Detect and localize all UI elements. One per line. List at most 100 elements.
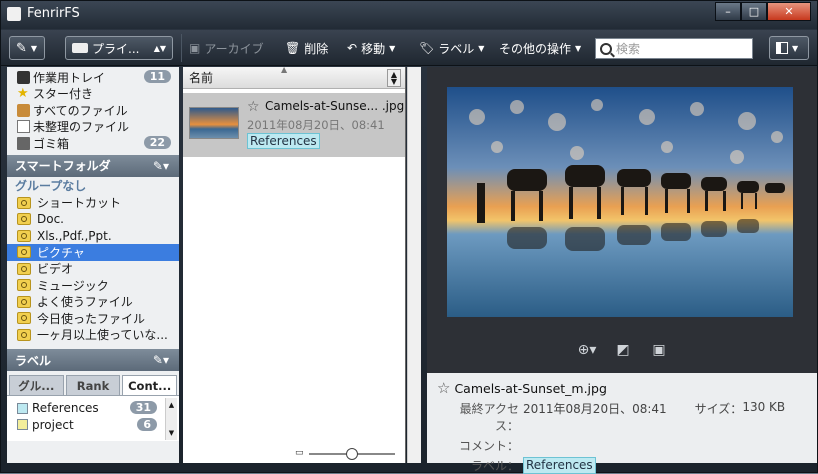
tab-content[interactable]: Cont...: [122, 375, 178, 395]
toolbar: ✎ ▼ プライ... ▲▼ ▣ アーカイブ 🗑 削除 ↶ 移動 ▼ 🏷 ラベル …: [1, 30, 817, 66]
preview-pane: ⊕▾ ◩ ▣: [427, 67, 817, 373]
move-button[interactable]: ↶ 移動 ▼: [347, 36, 395, 60]
edit-menu-icon[interactable]: ✎▾: [153, 353, 169, 367]
camels-sunset-photo: [447, 87, 793, 317]
chevron-down-icon: ▼: [478, 43, 485, 53]
label-color-swatch: [17, 419, 28, 431]
folder-item[interactable]: 今日使ったファイル: [7, 310, 179, 327]
group-none-label: グループなし: [15, 179, 87, 193]
folder-item[interactable]: ミュージック: [7, 277, 179, 294]
file-label-badge: References: [247, 133, 320, 149]
folder-item[interactable]: Doc.: [7, 211, 179, 228]
label-item-references[interactable]: References 31: [7, 400, 179, 417]
drive-icon: [72, 43, 88, 53]
count-badge: 11: [143, 70, 171, 83]
other-actions-label: その他の操作: [499, 41, 572, 56]
folder-item[interactable]: Xls.,Pdf.,Ppt.: [7, 228, 179, 245]
column-header-label: 名前: [189, 71, 214, 85]
sidebar-item-all-files[interactable]: すべてのファイル: [7, 102, 179, 119]
file-date: 2011年08月20日、08:41: [247, 118, 385, 132]
folder-label: Xls.,Pdf.,Ppt.: [37, 228, 112, 243]
folder-item-selected[interactable]: ピクチャ: [7, 244, 179, 261]
smart-folder-icon: [17, 328, 31, 341]
folder-label: ビデオ: [37, 262, 74, 277]
sidebar-main-list: 作業用トレイ 11 ★ スター付き すべてのファイル 未整理のファイル ゴミ箱 …: [7, 67, 179, 152]
close-button[interactable]: ✕: [767, 2, 811, 21]
info-key: サイズ：: [694, 402, 743, 416]
archive-button[interactable]: ▣ アーカイブ: [189, 36, 264, 60]
file-name: Camels-at-Sunse... .jpg: [265, 99, 405, 113]
edit-menu-icon[interactable]: ✎▾: [153, 159, 169, 173]
file-row[interactable]: ☆ Camels-at-Sunse... .jpg 2011年08月20日、08…: [183, 93, 405, 157]
window-title: FenrirFS: [27, 6, 80, 21]
file-list-scrollbar[interactable]: [407, 67, 421, 463]
sidebar-item-starred[interactable]: ★ スター付き: [7, 86, 179, 103]
label-color-swatch: [17, 402, 28, 414]
sidebar-item-label: スター付き: [33, 87, 94, 102]
star-outline-icon[interactable]: ☆: [437, 379, 450, 397]
archive-label: アーカイブ: [204, 41, 264, 56]
archive-icon: ▣: [189, 41, 201, 55]
profile-selector[interactable]: プライ... ▲▼: [65, 36, 173, 60]
label-button[interactable]: 🏷 ラベル ▼: [419, 36, 484, 60]
zoom-out-icon: ▭: [295, 448, 304, 458]
feather-icon: ✎: [16, 40, 27, 56]
profile-label: プライ...: [92, 41, 140, 56]
tab-group[interactable]: グル...: [9, 375, 64, 395]
sidebar-item-unsorted[interactable]: 未整理のファイル: [7, 119, 179, 136]
label-name: project: [32, 417, 74, 432]
sidebar-item-label: 未整理のファイル: [33, 120, 130, 135]
search-input[interactable]: [616, 41, 746, 56]
fullscreen-icon[interactable]: ▣: [649, 341, 669, 359]
folder-item[interactable]: ショートカット: [7, 195, 179, 212]
folder-label: ショートカット: [37, 196, 122, 211]
sort-spinner-button[interactable]: ▲ ▼: [387, 69, 401, 87]
maximize-button[interactable]: □: [741, 2, 767, 21]
file-list: 名前 ▲ ▲ ▼ ☆ Camels-at-Sunse... .jpg 2011年0…: [183, 65, 406, 463]
fit-icon[interactable]: ◩: [613, 341, 633, 359]
title-bar[interactable]: FenrirFS – □ ✕: [1, 1, 817, 29]
folder-item[interactable]: 一ヶ月以上使っていな...: [7, 327, 179, 344]
chevron-down-icon: ▼: [30, 43, 38, 53]
folder-item[interactable]: よく使うファイル: [7, 294, 179, 311]
info-value: 130 KB: [742, 400, 786, 414]
chevron-down-icon: ▼: [575, 43, 582, 53]
minimize-button[interactable]: –: [715, 2, 741, 21]
zoom-in-icon[interactable]: ⊕▾: [577, 341, 597, 359]
sidebar-item-label: ゴミ箱: [33, 136, 70, 151]
info-value: 2011年08月20日、08:41: [523, 402, 667, 416]
star-outline-icon[interactable]: ☆: [247, 99, 260, 115]
sidebar-item-work-tray[interactable]: 作業用トレイ 11: [7, 69, 179, 86]
slider-thumb[interactable]: [346, 448, 358, 460]
smart-folder-icon: [17, 246, 31, 259]
chevron-down-icon: ▼: [792, 43, 799, 53]
folder-label: Doc.: [37, 212, 64, 227]
label-section-header[interactable]: ラベル ✎▾: [7, 349, 179, 371]
file-thumbnail: [189, 107, 239, 139]
search-box[interactable]: [595, 38, 753, 59]
preview-image[interactable]: [447, 87, 793, 317]
info-file-name-row: ☆ Camels-at-Sunset_m.jpg: [437, 379, 807, 397]
label-list: References 31 project 6 ▲ ▼: [7, 395, 179, 441]
info-comment-row[interactable]: コメント：: [437, 437, 807, 454]
thumbnail-zoom-slider[interactable]: ▭: [295, 448, 401, 460]
sidebar: 作業用トレイ 11 ★ スター付き すべてのファイル 未整理のファイル ゴミ箱 …: [7, 67, 179, 463]
info-label-badge[interactable]: References: [523, 457, 596, 474]
layout-toggle-button[interactable]: ▼: [769, 36, 809, 60]
sidebar-item-trash[interactable]: ゴミ箱 22: [7, 135, 179, 152]
tab-rank[interactable]: Rank: [65, 375, 121, 395]
chevron-down-icon: ▼: [389, 43, 396, 53]
info-key: 最終アクセス：: [459, 402, 519, 433]
delete-button[interactable]: 🗑 削除: [285, 36, 328, 60]
folder-item[interactable]: ビデオ: [7, 261, 179, 278]
smart-folder-header[interactable]: スマートフォルダ ✎▾: [7, 154, 179, 177]
column-header-name[interactable]: 名前 ▲ ▲ ▼: [183, 65, 405, 89]
info-key: コメント：: [458, 439, 519, 453]
other-actions-button[interactable]: その他の操作 ▼: [499, 36, 581, 60]
move-arrow-icon: ↶: [347, 41, 358, 55]
label-item-project[interactable]: project 6: [7, 417, 179, 434]
panel-layout-icon: [776, 42, 788, 54]
label-list-scrollbar[interactable]: ▲ ▼: [165, 398, 177, 440]
toolbar-divider: [181, 34, 182, 62]
tool-menu-button[interactable]: ✎ ▼: [9, 36, 45, 60]
